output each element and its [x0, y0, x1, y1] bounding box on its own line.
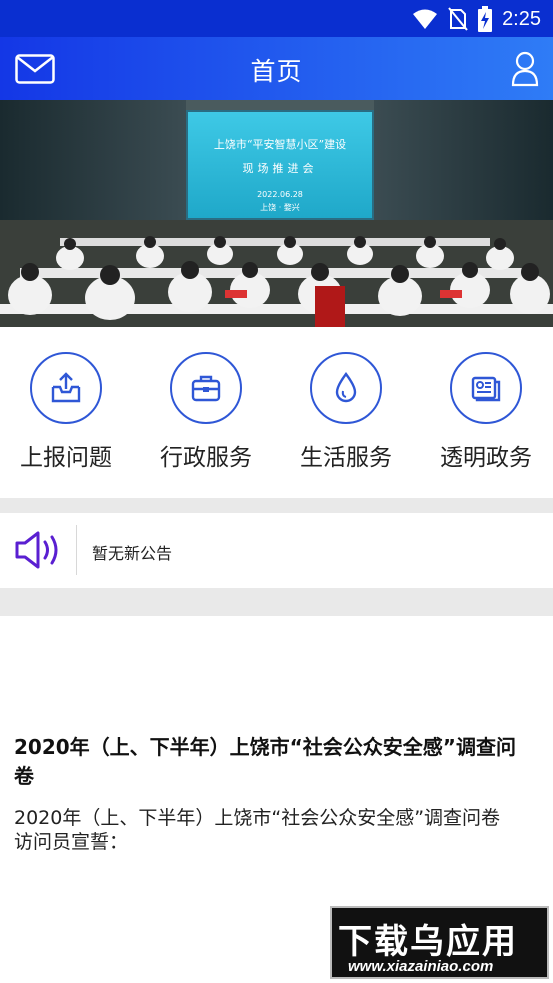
article-body-line: 2020年（上、下半年）上饶市“社会公众安全感”调查问卷 [14, 807, 501, 829]
banner-screen: 上饶市“平安智慧小区”建设 现场推进会 2022.06.28 上饶 · 婺兴 [186, 110, 374, 220]
banner-carousel[interactable]: 上饶市“平安智慧小区”建设 现场推进会 2022.06.28 上饶 · 婺兴 [0, 100, 553, 327]
quick-actions: 上报问题 行政服务 生活服务 透明政务 [0, 327, 553, 498]
screen-date: 2022.06.28 [257, 190, 303, 199]
upload-tray-icon [30, 352, 102, 424]
watermark-logo: 下载乌应用 www.xiazainiao.com [330, 906, 549, 979]
document-chart-icon [450, 352, 522, 424]
quick-action-label: 上报问题 [20, 445, 112, 471]
notice-divider [76, 525, 77, 575]
screen-place: 上饶 · 婺兴 [260, 203, 300, 212]
quick-action-label: 透明政务 [440, 445, 532, 471]
banner-wall-right [374, 100, 553, 240]
watermark-url: www.xiazainiao.com [348, 958, 494, 975]
banner-wall-left [0, 100, 186, 240]
user-icon[interactable] [511, 51, 539, 87]
notice-text: 暂无新公告 [92, 544, 173, 563]
article-body-line: 访问员宣誓： [14, 831, 129, 853]
quick-action-label: 行政服务 [160, 445, 252, 471]
screen-subheadline: 现场推进会 [242, 162, 318, 175]
status-time: 2:25 [502, 7, 541, 30]
quick-action-life-service[interactable]: 生活服务 [286, 352, 406, 472]
notice-bar[interactable]: 暂无新公告 [0, 513, 553, 588]
battery-charging-icon [478, 6, 493, 32]
status-icons: 2:25 [412, 6, 541, 32]
screen-headline: 上饶市“平安智慧小区”建设 [213, 138, 347, 151]
article-body: 2020年（上、下半年）上饶市“社会公众安全感”调查问卷 访问员宣誓： [14, 806, 534, 854]
watermark-text: 下载乌应用 [338, 922, 518, 962]
speaker-icon [15, 531, 58, 569]
page-title: 首页 [250, 57, 303, 86]
quick-action-admin-service[interactable]: 行政服务 [146, 352, 266, 472]
quick-action-open-government[interactable]: 透明政务 [426, 352, 546, 472]
quick-action-label: 生活服务 [300, 445, 392, 471]
no-sim-icon [448, 7, 468, 31]
briefcase-icon [170, 352, 242, 424]
app-bar: 首页 [0, 37, 553, 100]
banner-crowd-image [0, 220, 553, 327]
water-drop-icon [310, 352, 382, 424]
wifi-icon [413, 9, 438, 29]
article-title[interactable]: 2020年（上、下半年）上饶市“社会公众安全感”调查问卷 [14, 733, 534, 791]
status-bar: 2:25 [0, 0, 553, 37]
quick-action-report-issue[interactable]: 上报问题 [6, 352, 126, 472]
